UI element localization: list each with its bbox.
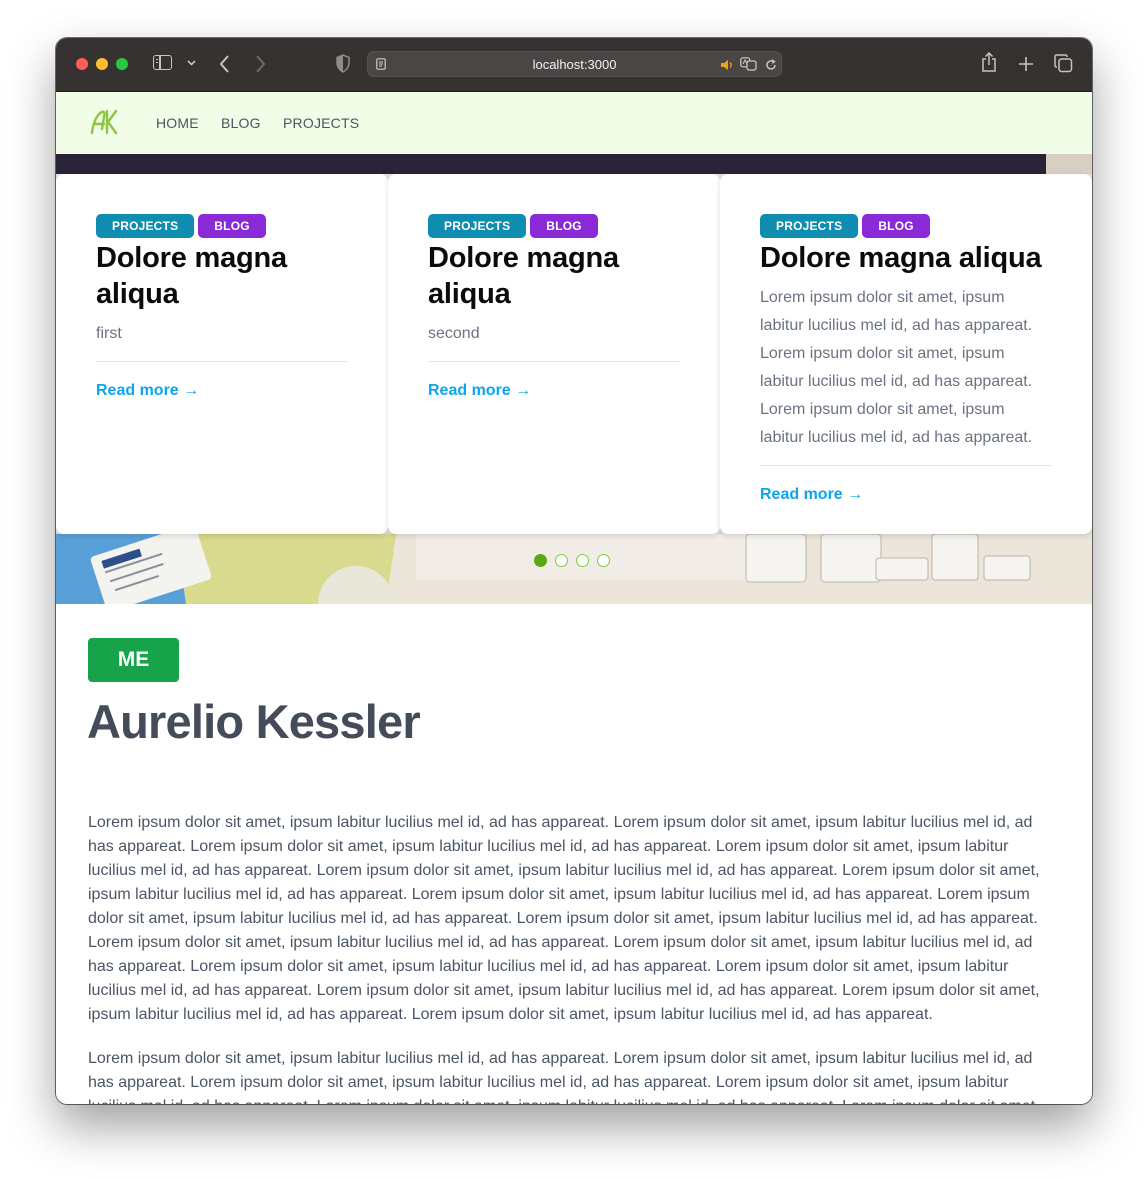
blog-badge[interactable]: BLOG: [530, 214, 598, 238]
carousel-dot-2[interactable]: [555, 554, 568, 567]
close-window-button[interactable]: [76, 58, 88, 70]
blog-badge[interactable]: BLOG: [198, 214, 266, 238]
blog-badge[interactable]: BLOG: [862, 214, 930, 238]
hero-carousel: PROJECTS BLOG Dolore magna aliqua first …: [56, 154, 1092, 604]
forward-arrow-icon[interactable]: [255, 55, 266, 73]
minimize-window-button[interactable]: [96, 58, 108, 70]
carousel-dot-1[interactable]: [534, 554, 547, 567]
address-bar[interactable]: localhost:3000: [367, 51, 782, 77]
site-navbar: HOME BLOG PROJECTS: [56, 92, 1092, 154]
back-arrow-icon[interactable]: [219, 55, 230, 73]
tab-overview-icon[interactable]: [1054, 54, 1073, 73]
read-more-link[interactable]: Read more →: [96, 382, 199, 400]
card-title: Dolore magna aliqua: [760, 242, 1042, 274]
read-more-link[interactable]: Read more →: [760, 486, 863, 504]
bio-paragraph: Lorem ipsum dolor sit amet, ipsum labitu…: [88, 814, 1040, 1023]
audio-playing-icon[interactable]: [720, 59, 734, 71]
share-icon[interactable]: [981, 52, 997, 73]
card-description: first: [96, 325, 122, 342]
badge-group: PROJECTS BLOG: [428, 214, 680, 238]
me-badge: ME: [88, 638, 179, 682]
browser-window: localhost:3000 HOME BLOG PROJECTS PROJEC…: [56, 38, 1092, 1104]
nav-link-home[interactable]: HOME: [156, 115, 199, 131]
card-title: Dolore magna aliqua: [428, 242, 619, 310]
badge-group: PROJECTS BLOG: [760, 214, 1052, 238]
carousel-card: PROJECTS BLOG Dolore magna aliqua Lorem …: [720, 174, 1092, 534]
chevron-down-icon[interactable]: [187, 60, 196, 66]
projects-badge[interactable]: PROJECTS: [96, 214, 195, 238]
nav-link-blog[interactable]: BLOG: [221, 115, 261, 131]
projects-badge[interactable]: PROJECTS: [760, 214, 859, 238]
zoom-window-button[interactable]: [116, 58, 128, 70]
projects-badge[interactable]: PROJECTS: [428, 214, 527, 238]
carousel-dot-3[interactable]: [576, 554, 589, 567]
carousel-dot-4[interactable]: [597, 554, 610, 567]
nav-link-projects[interactable]: PROJECTS: [283, 115, 359, 131]
sidebar-toggle-icon[interactable]: [153, 55, 172, 70]
web-page: HOME BLOG PROJECTS PROJECTS BLOG Dolore …: [56, 92, 1092, 1104]
page-title: Aurelio Kessler: [87, 695, 421, 748]
badge-group: PROJECTS BLOG: [96, 214, 348, 238]
site-logo[interactable]: [90, 109, 118, 135]
card-divider: [428, 361, 680, 362]
translate-icon[interactable]: [740, 57, 757, 71]
reload-icon[interactable]: [765, 59, 777, 71]
privacy-shield-icon[interactable]: [336, 54, 350, 73]
card-divider: [760, 465, 1052, 466]
carousel-dots: [534, 554, 610, 567]
card-title: Dolore magna aliqua: [96, 242, 287, 310]
card-divider: [96, 361, 348, 362]
carousel-card: PROJECTS BLOG Dolore magna aliqua second…: [388, 174, 720, 534]
read-more-link[interactable]: Read more →: [428, 382, 531, 400]
new-tab-icon[interactable]: [1018, 56, 1034, 72]
card-description: Lorem ipsum dolor sit amet, ipsum labitu…: [760, 289, 1033, 446]
carousel-card: PROJECTS BLOG Dolore magna aliqua first …: [56, 174, 388, 534]
card-description: second: [428, 325, 480, 342]
bio-paragraph: Lorem ipsum dolor sit amet, ipsum labitu…: [88, 1050, 1040, 1104]
browser-toolbar: localhost:3000: [56, 38, 1092, 92]
